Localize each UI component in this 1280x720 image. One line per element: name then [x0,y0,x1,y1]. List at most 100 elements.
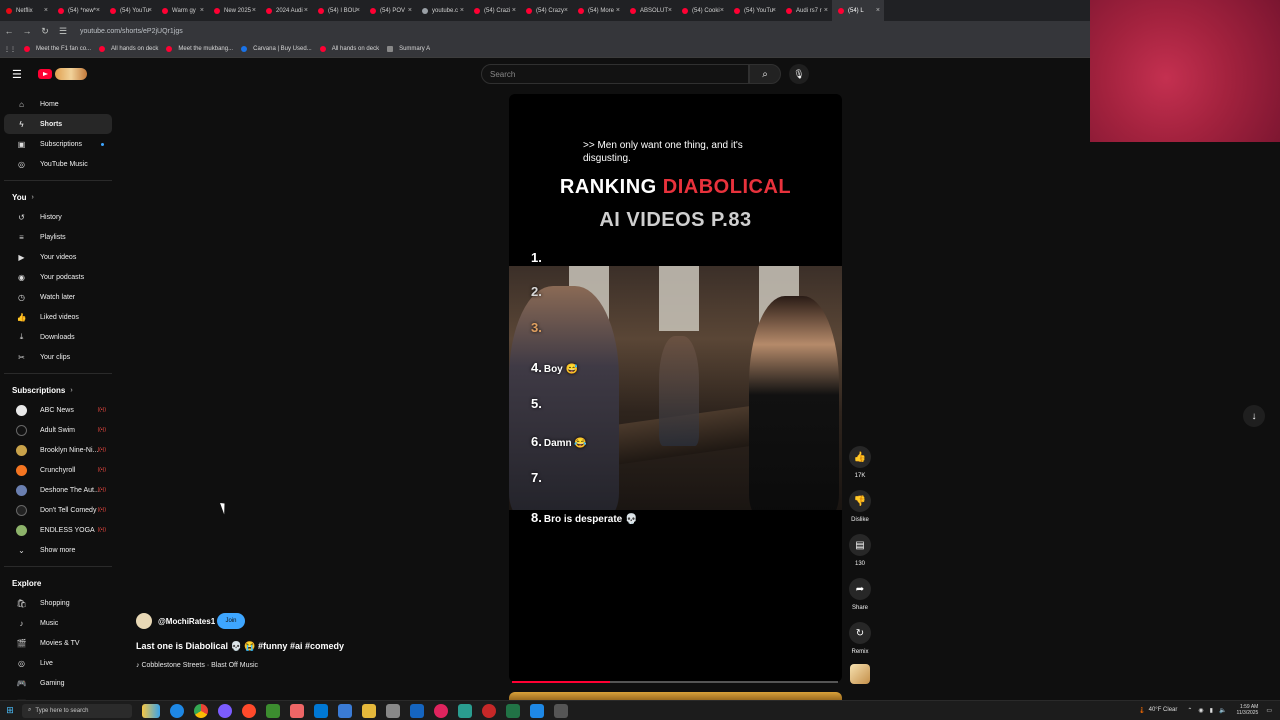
join-button[interactable]: Join [217,613,245,629]
sidebar-item-watch-later[interactable]: ◷ Watch later [4,287,112,307]
sidebar-subscription[interactable]: Brooklyn Nine-Ni... ((•)) [4,440,112,460]
close-tab-icon[interactable]: × [668,7,672,14]
app-icon[interactable] [482,703,496,718]
windows-start-icon[interactable]: ⊞ [0,705,20,716]
sidebar-item-your-clips[interactable]: ✂ Your clips [4,347,112,367]
close-tab-icon[interactable]: × [356,7,360,14]
subscriptions-heading[interactable]: Subscriptions › [0,380,116,400]
sidebar-item-home[interactable]: ⌂ Home [4,94,112,114]
browser-tab[interactable]: ABSOLUT × [624,0,676,21]
app-icon[interactable] [266,703,280,718]
back-icon[interactable]: ← [0,26,18,36]
sidebar-item-live[interactable]: ◎ Live [4,653,112,673]
browser-tab[interactable]: Netflix × [0,0,52,21]
close-tab-icon[interactable]: × [564,7,568,14]
sidebar-item-shorts[interactable]: ϟ Shorts [4,114,112,134]
sidebar-item-playlists[interactable]: ≡ Playlists [4,227,112,247]
app-icon[interactable] [554,703,568,718]
search-button[interactable]: ⌕ [749,64,781,84]
close-tab-icon[interactable]: × [44,7,48,14]
sidebar-item-gaming[interactable]: 🎮 Gaming [4,673,112,693]
sidebar-item-music[interactable]: ♪ Music [4,613,112,633]
close-tab-icon[interactable]: × [720,7,724,14]
app-icon[interactable] [338,703,352,718]
volume-icon[interactable]: 🔈 [1219,707,1226,714]
browser-tab[interactable]: (54) YouTu × [728,0,780,21]
browser-tab[interactable]: (54) Crazi × [468,0,520,21]
excel-icon[interactable] [506,703,520,718]
app-icon[interactable] [434,703,448,718]
network-icon[interactable]: ◉ [1198,707,1203,714]
menu-icon[interactable]: ☰ [12,68,22,81]
bookmark-item[interactable]: Meet the mukbang... [166,46,233,52]
sidebar-subscription[interactable]: Adult Swim ((•)) [4,420,112,440]
app-icon[interactable] [290,703,304,718]
video-progress-bar[interactable] [512,681,838,683]
app-icon[interactable] [218,703,232,718]
voice-search-button[interactable]: 🎙 [789,64,809,84]
forward-icon[interactable]: → [18,26,36,36]
close-tab-icon[interactable]: × [460,7,464,14]
app-icon[interactable] [410,703,424,718]
browser-tab[interactable]: (54) More × [572,0,624,21]
sidebar-item-movies-tv[interactable]: 🎬 Movies & TV [4,633,112,653]
widgets-icon[interactable] [142,703,160,718]
chevron-up-icon[interactable]: ⌃ [1187,707,1192,714]
sidebar-item-your-videos[interactable]: ▶ Your videos [4,247,112,267]
reload-icon[interactable]: ↻ [36,26,54,37]
sidebar-subscription[interactable]: Crunchyroll ((•)) [4,460,112,480]
browser-tab[interactable]: (54) Cooki × [676,0,728,21]
edge-icon[interactable] [170,703,184,718]
search-input[interactable]: Search [481,64,749,84]
channel-name[interactable]: @MochiRates1 [158,617,215,626]
bookmark-item[interactable]: All hands on deck [319,46,379,52]
close-tab-icon[interactable]: × [148,7,152,14]
browser-tab[interactable]: (54) Crazy × [520,0,572,21]
close-tab-icon[interactable]: × [200,7,204,14]
close-tab-icon[interactable]: × [616,7,620,14]
sidebar-subscription[interactable]: Deshone The Aut... ((•)) [4,480,112,500]
bookmark-item[interactable]: Summary A [387,46,430,52]
opera-icon[interactable] [242,703,256,718]
sidebar-item-shopping[interactable]: 🛍 Shopping [4,593,112,613]
browser-tab[interactable]: Audi rs7 r × [780,0,832,21]
taskbar-search[interactable]: ⌕ Type here to search [22,703,132,718]
browser-tab[interactable]: (54) POV × [364,0,416,21]
close-tab-icon[interactable]: × [408,7,412,14]
youtube-logo[interactable] [38,68,87,80]
remix-button[interactable]: ↻ Remix [848,622,872,655]
sidebar-subscription[interactable]: ABC News ((•)) [4,400,112,420]
apps-icon[interactable]: ⋮⋮ [4,46,16,53]
browser-tab[interactable]: (54) I BOU × [312,0,364,21]
bookmark-item[interactable]: Carvana | Buy Used... [241,46,312,52]
browser-tab[interactable]: (54) *new* × [52,0,104,21]
file-explorer-icon[interactable] [314,703,328,718]
music-link[interactable]: ♪ Cobblestone Streets · Blast Off Music [136,662,258,669]
you-heading[interactable]: You › [0,187,116,207]
browser-tab[interactable]: 2024 Audi × [260,0,312,21]
folder-icon[interactable] [362,703,376,718]
sidebar-item-downloads[interactable]: ⤓ Downloads [4,327,112,347]
clock[interactable]: 1:59 AM 11/3/2025 [1236,704,1258,716]
chrome-icon[interactable] [194,703,208,718]
sidebar-subscription[interactable]: ENDLESS YOGA ((•)) [4,520,112,540]
channel-avatar[interactable] [136,613,152,629]
like-button[interactable]: 👍 17K [848,446,872,479]
sidebar-item-youtube-music[interactable]: ◎ YouTube Music [4,154,112,174]
share-button[interactable]: ➦ Share [848,578,872,611]
close-tab-icon[interactable]: × [876,7,880,14]
close-tab-icon[interactable]: × [96,7,100,14]
settings-icon[interactable] [386,703,400,718]
comments-button[interactable]: ▤ 130 [848,534,872,567]
next-video-button[interactable]: ↓ [1243,405,1265,427]
url-field[interactable]: youtube.com/shorts/eP2jUQr1jgs [80,28,183,35]
browser-tab[interactable]: New 2025 × [208,0,260,21]
browser-tab[interactable]: (54) L × [832,0,884,21]
sidebar-item-your-podcasts[interactable]: ◉ Your podcasts [4,267,112,287]
close-tab-icon[interactable]: × [252,7,256,14]
sidebar-item-liked-videos[interactable]: 👍 Liked videos [4,307,112,327]
app-icon[interactable] [458,703,472,718]
weather-text[interactable]: 40°F Clear [1149,707,1178,713]
short-player[interactable]: >> Men only want one thing, and it's dis… [509,94,842,682]
sidebar-subscription[interactable]: Don't Tell Comedy ((•)) [4,500,112,520]
